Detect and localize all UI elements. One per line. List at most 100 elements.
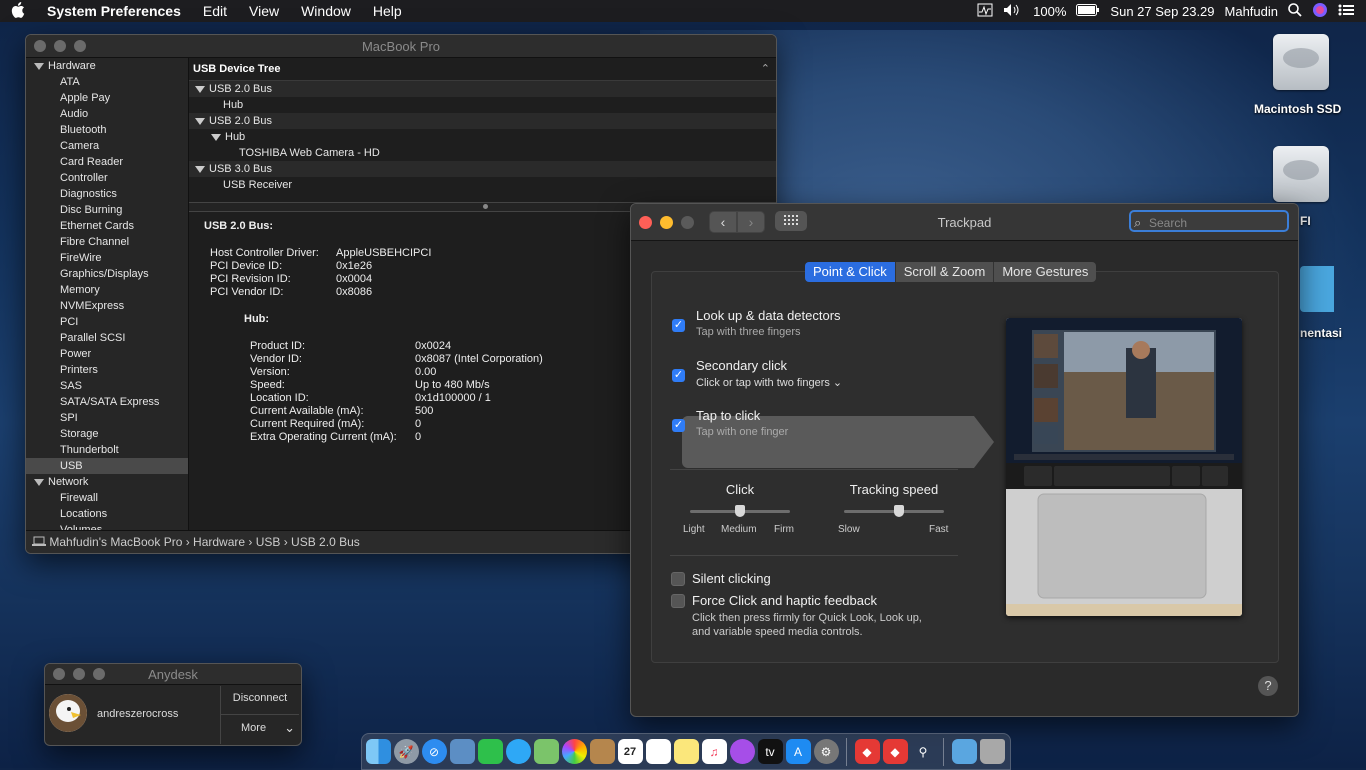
- forward-button[interactable]: ›: [737, 211, 765, 233]
- show-all-grid-icon[interactable]: [775, 211, 807, 231]
- disclosure-triangle-icon[interactable]: [195, 85, 205, 93]
- click-slider[interactable]: [690, 505, 790, 517]
- tracking-speed-slider[interactable]: [844, 505, 944, 517]
- menu-help[interactable]: Help: [362, 3, 413, 19]
- sidebar-item[interactable]: Camera: [26, 138, 188, 154]
- tree-row[interactable]: Hub: [189, 129, 776, 145]
- sidebar-item[interactable]: SPI: [26, 410, 188, 426]
- sidebar-item[interactable]: Ethernet Cards: [26, 218, 188, 234]
- tab-point-click[interactable]: Point & Click: [805, 262, 896, 282]
- minimize-button[interactable]: [73, 668, 85, 680]
- minimize-button[interactable]: [54, 40, 66, 52]
- zoom-button[interactable]: [681, 215, 694, 229]
- folder-icon[interactable]: [951, 739, 977, 764]
- hard-disk-icon[interactable]: [1273, 34, 1329, 90]
- sysinfo-titlebar[interactable]: MacBook Pro: [26, 35, 776, 58]
- sidebar-item[interactable]: ATA: [26, 74, 188, 90]
- automator-icon[interactable]: ⚲: [911, 739, 936, 764]
- sidebar-group-network[interactable]: Network: [26, 474, 188, 490]
- menu-app-name[interactable]: System Preferences: [36, 3, 192, 19]
- force-click-label[interactable]: Force Click and haptic feedback: [692, 593, 877, 608]
- app-store-icon[interactable]: A: [785, 739, 811, 764]
- tab-more-gestures[interactable]: More Gestures: [994, 262, 1097, 282]
- tree-row[interactable]: USB 2.0 Bus: [189, 81, 776, 97]
- sidebar-item[interactable]: PCI: [26, 314, 188, 330]
- usb-tree-header[interactable]: USB Device Tree ⌃: [189, 58, 776, 81]
- option-title[interactable]: Secondary click: [696, 358, 787, 373]
- sidebar-item[interactable]: Locations: [26, 506, 188, 522]
- minimize-button[interactable]: [660, 215, 673, 229]
- sidebar-item[interactable]: Parallel SCSI: [26, 330, 188, 346]
- sidebar-item[interactable]: SAS: [26, 378, 188, 394]
- lookup-checkbox[interactable]: ✓: [672, 319, 685, 332]
- contacts-icon[interactable]: [589, 739, 615, 764]
- sidebar-item[interactable]: Bluetooth: [26, 122, 188, 138]
- sidebar-item[interactable]: Card Reader: [26, 154, 188, 170]
- sysinfo-sidebar[interactable]: Hardware ATA Apple Pay Audio Bluetooth Camer…: [26, 58, 189, 530]
- music-icon[interactable]: ♫: [701, 739, 727, 764]
- clock[interactable]: Sun 27 Sep 23.29: [1110, 4, 1214, 19]
- sidebar-item[interactable]: Thunderbolt: [26, 442, 188, 458]
- click-slider-knob[interactable]: [735, 505, 745, 517]
- sidebar-group-hardware[interactable]: Hardware: [26, 58, 188, 74]
- podcasts-icon[interactable]: [729, 739, 755, 764]
- tree-row[interactable]: Hub: [189, 97, 776, 113]
- sidebar-item[interactable]: Power: [26, 346, 188, 362]
- disclosure-triangle-icon[interactable]: [195, 117, 205, 125]
- tree-row[interactable]: USB 3.0 Bus: [189, 161, 776, 177]
- silent-clicking-checkbox[interactable]: [671, 572, 685, 586]
- launchpad-icon[interactable]: 🚀: [393, 739, 419, 764]
- sidebar-item[interactable]: Memory: [26, 282, 188, 298]
- zoom-button[interactable]: [93, 668, 105, 680]
- sidebar-item[interactable]: NVMExpress: [26, 298, 188, 314]
- close-button[interactable]: [34, 40, 46, 52]
- option-title[interactable]: Look up & data detectors: [696, 308, 841, 323]
- force-click-checkbox[interactable]: [671, 594, 685, 608]
- siri-icon[interactable]: [1312, 2, 1328, 21]
- spotlight-search-icon[interactable]: [1288, 2, 1302, 20]
- close-button[interactable]: [53, 668, 65, 680]
- search-input[interactable]: ⌕ Search: [1129, 210, 1289, 232]
- battery-icon[interactable]: [1076, 3, 1100, 19]
- disclosure-triangle-icon[interactable]: [195, 165, 205, 173]
- secondary-click-checkbox[interactable]: ✓: [672, 369, 685, 382]
- anydesk-titlebar[interactable]: Anydesk: [45, 664, 301, 685]
- sidebar-item[interactable]: USB: [26, 458, 188, 474]
- messages-icon[interactable]: [505, 739, 531, 764]
- trash-icon[interactable]: [979, 739, 1005, 764]
- tap-to-click-checkbox[interactable]: ✓: [672, 419, 685, 432]
- sidebar-item[interactable]: Controller: [26, 170, 188, 186]
- help-button[interactable]: ?: [1258, 676, 1278, 696]
- sidebar-item[interactable]: Graphics/Displays: [26, 266, 188, 282]
- facetime-icon[interactable]: [477, 739, 503, 764]
- sidebar-item[interactable]: Audio: [26, 106, 188, 122]
- disconnect-button[interactable]: Disconnect: [221, 692, 299, 704]
- tracking-slider-knob[interactable]: [894, 505, 904, 517]
- path-text[interactable]: Mahfudin's MacBook Pro › Hardware › USB …: [49, 535, 359, 549]
- sidebar-item[interactable]: SATA/SATA Express: [26, 394, 188, 410]
- user-name[interactable]: Mahfudin: [1225, 4, 1278, 19]
- option-title[interactable]: Tap to click: [696, 408, 760, 423]
- menu-edit[interactable]: Edit: [192, 3, 238, 19]
- finder-icon[interactable]: [365, 739, 391, 764]
- zoom-button[interactable]: [74, 40, 86, 52]
- menu-window[interactable]: Window: [290, 3, 362, 19]
- safari-icon[interactable]: ⊘: [421, 739, 447, 764]
- disclosure-triangle-icon[interactable]: [34, 62, 44, 70]
- tab-scroll-zoom[interactable]: Scroll & Zoom: [895, 262, 995, 282]
- tree-row[interactable]: USB Receiver: [189, 177, 776, 193]
- volume-icon[interactable]: [1003, 3, 1023, 20]
- close-button[interactable]: [639, 215, 652, 229]
- sidebar-item[interactable]: Printers: [26, 362, 188, 378]
- desktop-label-efi[interactable]: FI: [1300, 214, 1311, 228]
- maps-icon[interactable]: [533, 739, 559, 764]
- reminders-icon[interactable]: [645, 739, 671, 764]
- sort-chevron-icon[interactable]: ⌃: [761, 58, 770, 80]
- anydesk-icon[interactable]: ◆: [882, 739, 908, 764]
- calendar-icon[interactable]: 27: [617, 739, 643, 764]
- battery-percent[interactable]: 100%: [1033, 4, 1066, 19]
- sidebar-item[interactable]: Volumes: [26, 522, 188, 530]
- sidebar-item[interactable]: FireWire: [26, 250, 188, 266]
- preview-icon[interactable]: [449, 739, 475, 764]
- photos-icon[interactable]: [561, 739, 587, 764]
